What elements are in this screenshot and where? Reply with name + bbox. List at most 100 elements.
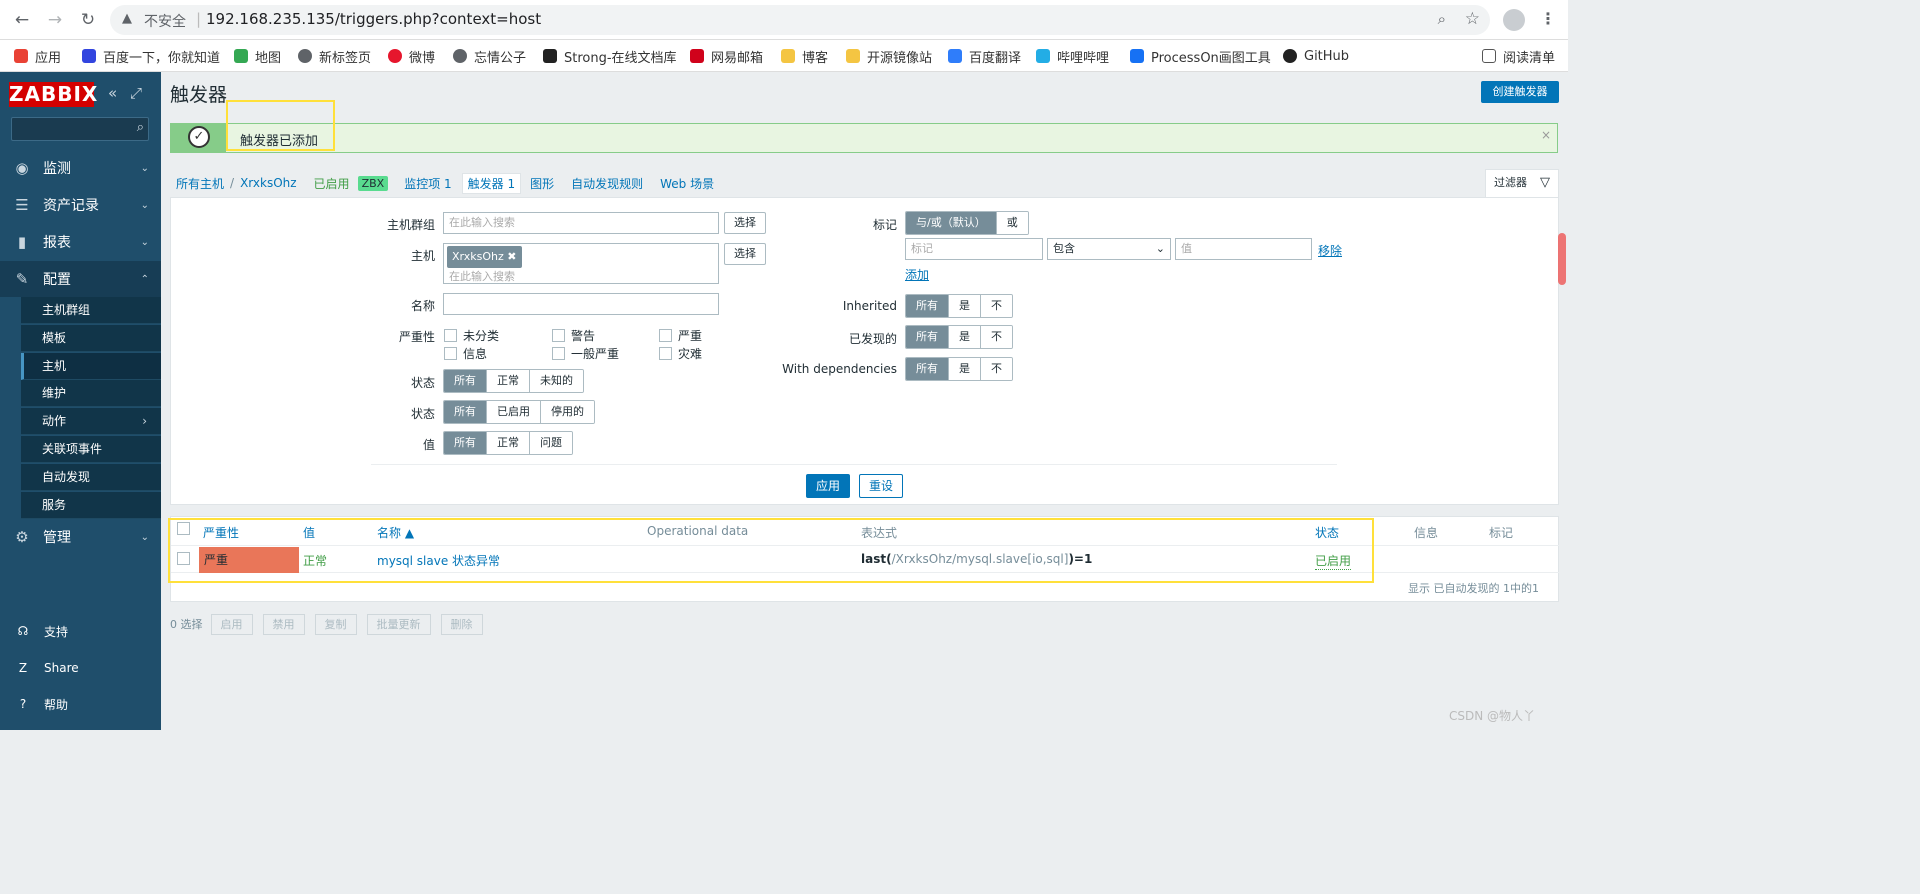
submenu-actions[interactable]: 动作 › <box>21 408 161 435</box>
submenu-host-groups[interactable]: 主机群组 <box>21 297 161 324</box>
bookmark[interactable]: ProcessOn画图工具 <box>1130 47 1271 66</box>
crumb-triggers[interactable]: 触发器 1 <box>461 172 522 194</box>
zabbix-logo[interactable]: ZABBIX <box>9 82 97 107</box>
bookmark[interactable]: Strong-在线文档库 <box>543 47 677 66</box>
menu-administration[interactable]: ⚙ 管理 ⌄ <box>0 519 161 555</box>
option-all[interactable]: 所有 <box>906 295 949 317</box>
add-tag-link[interactable]: 添加 <box>905 266 929 283</box>
bookmark[interactable]: 博客 <box>781 47 828 66</box>
status-option-disabled[interactable]: 停用的 <box>541 401 594 423</box>
bookmark[interactable]: 百度一下，你就知道 <box>82 47 220 66</box>
url-text[interactable]: 192.168.235.135/triggers.php?context=hos… <box>206 10 541 28</box>
delete-button[interactable]: 删除 <box>440 613 483 635</box>
bookmark[interactable]: 忘情公子 <box>453 47 526 66</box>
bookmark[interactable]: 地图 <box>234 47 281 66</box>
severity-average-checkbox[interactable]: 一般严重 <box>552 345 619 362</box>
back-icon[interactable]: ← <box>12 10 32 30</box>
disable-button[interactable]: 禁用 <box>262 613 305 635</box>
collapse-icon[interactable]: « <box>108 84 117 102</box>
host-group-input[interactable]: 在此输入搜索 <box>443 212 719 234</box>
state-option-all[interactable]: 所有 <box>444 370 487 392</box>
value-option-problem[interactable]: 问题 <box>530 432 572 454</box>
menu-reports[interactable]: ▮ 报表 ⌄ <box>0 224 161 260</box>
bookmark[interactable]: 新标签页 <box>298 47 371 66</box>
star-icon[interactable]: ☆ <box>1465 9 1480 29</box>
profile-avatar[interactable] <box>1503 9 1525 31</box>
bookmark[interactable]: 网易邮箱 <box>690 47 763 66</box>
bookmark[interactable]: 开源镜像站 <box>846 47 932 66</box>
mass-update-button[interactable]: 批量更新 <box>366 613 431 635</box>
discovered-segmented[interactable]: 所有是不 <box>905 325 1013 349</box>
state-option-normal[interactable]: 正常 <box>487 370 530 392</box>
option-yes[interactable]: 是 <box>949 358 981 380</box>
reading-list[interactable]: 阅读清单 <box>1482 47 1555 66</box>
crumb-host[interactable]: XrxksOhz <box>240 176 296 190</box>
host-input[interactable]: XrxksOhz ✖ 在此输入搜索 <box>443 243 719 284</box>
option-all[interactable]: 所有 <box>906 358 949 380</box>
crumb-web-scenarios[interactable]: Web 场景 <box>660 175 714 192</box>
value-segmented[interactable]: 所有 正常 问题 <box>443 431 573 455</box>
bookmark[interactable]: 微博 <box>388 47 435 66</box>
state-option-unknown[interactable]: 未知的 <box>530 370 583 392</box>
value-option-all[interactable]: 所有 <box>444 432 487 454</box>
tag-value-input[interactable]: 值 <box>1175 238 1312 260</box>
host-status-enabled[interactable]: 已启用 <box>314 175 350 192</box>
forward-icon[interactable]: → <box>45 10 65 30</box>
status-option-all[interactable]: 所有 <box>444 401 487 423</box>
submenu-templates[interactable]: 模板 <box>21 325 161 352</box>
filter-tab[interactable]: 过滤器 ▽ <box>1485 169 1559 197</box>
dependencies-segmented[interactable]: 所有是不 <box>905 357 1013 381</box>
menu-inventory[interactable]: ☰ 资产记录 ⌄ <box>0 187 161 223</box>
tags-mode-segmented[interactable]: 与/或（默认）或 <box>905 211 1029 235</box>
severity-disaster-checkbox[interactable]: 灾难 <box>659 345 702 362</box>
reload-icon[interactable]: ↻ <box>78 10 98 30</box>
host-select-button[interactable]: 选择 <box>724 243 766 265</box>
option-yes[interactable]: 是 <box>949 295 981 317</box>
crumb-discovery-rules[interactable]: 自动发现规则 <box>571 175 643 192</box>
crumb-items[interactable]: 监控项 1 <box>404 175 451 192</box>
submenu-services[interactable]: 服务 <box>21 492 161 519</box>
severity-high-checkbox[interactable]: 严重 <box>659 327 702 344</box>
bookmark[interactable]: GitHub <box>1283 47 1349 65</box>
enable-button[interactable]: 启用 <box>210 613 253 635</box>
zoom-icon[interactable]: ⌕ <box>1438 10 1446 28</box>
value-option-ok[interactable]: 正常 <box>487 432 530 454</box>
option-no[interactable]: 不 <box>981 326 1012 348</box>
option-all[interactable]: 所有 <box>906 326 949 348</box>
submenu-maintenance[interactable]: 维护 <box>21 380 161 407</box>
tags-mode-or[interactable]: 或 <box>996 212 1028 234</box>
severity-information-checkbox[interactable]: 信息 <box>444 345 487 362</box>
bookmark[interactable]: 应用 <box>14 47 61 66</box>
share-link[interactable]: Z Share <box>0 656 161 680</box>
menu-monitoring[interactable]: ◉ 监测 ⌄ <box>0 150 161 186</box>
inherited-segmented[interactable]: 所有是不 <box>905 294 1013 318</box>
submenu-event-correlation[interactable]: 关联项事件 <box>21 436 161 463</box>
menu-icon[interactable]: ⋮ <box>1540 9 1556 28</box>
submenu-discovery[interactable]: 自动发现 <box>21 464 161 491</box>
submenu-hosts[interactable]: 主机 <box>21 353 161 380</box>
copy-button[interactable]: 复制 <box>314 613 357 635</box>
state-segmented[interactable]: 所有 正常 未知的 <box>443 369 584 393</box>
status-segmented[interactable]: 所有 已启用 停用的 <box>443 400 595 424</box>
tags-mode-and-or[interactable]: 与/或（默认） <box>906 212 997 234</box>
option-no[interactable]: 不 <box>981 295 1012 317</box>
severity-not-classified-checkbox[interactable]: 未分类 <box>444 327 499 344</box>
scrollbar-thumb[interactable] <box>1558 233 1566 285</box>
option-no[interactable]: 不 <box>981 358 1012 380</box>
severity-warning-checkbox[interactable]: 警告 <box>552 327 595 344</box>
search-icon[interactable]: ⌕ <box>137 120 144 135</box>
status-option-enabled[interactable]: 已启用 <box>487 401 541 423</box>
tag-name-input[interactable]: 标记 <box>905 238 1043 260</box>
address-bar[interactable]: ▲ 不安全 | 192.168.235.135/triggers.php?con… <box>110 5 1490 35</box>
remove-tag-icon[interactable]: ✖ <box>507 250 516 263</box>
crumb-all-hosts[interactable]: 所有主机 <box>176 175 224 192</box>
crumb-graphs[interactable]: 图形 <box>530 175 554 192</box>
reset-button[interactable]: 重设 <box>859 474 903 498</box>
name-input[interactable] <box>443 293 719 315</box>
help-link[interactable]: ? 帮助 <box>0 692 161 716</box>
remove-tag-link[interactable]: 移除 <box>1318 242 1342 259</box>
close-icon[interactable]: × <box>1541 128 1551 142</box>
menu-configuration[interactable]: ✎ 配置 ⌃ <box>0 261 161 297</box>
support-link[interactable]: ☊ 支持 <box>0 619 161 643</box>
create-trigger-button[interactable]: 创建触发器 <box>1481 81 1559 103</box>
